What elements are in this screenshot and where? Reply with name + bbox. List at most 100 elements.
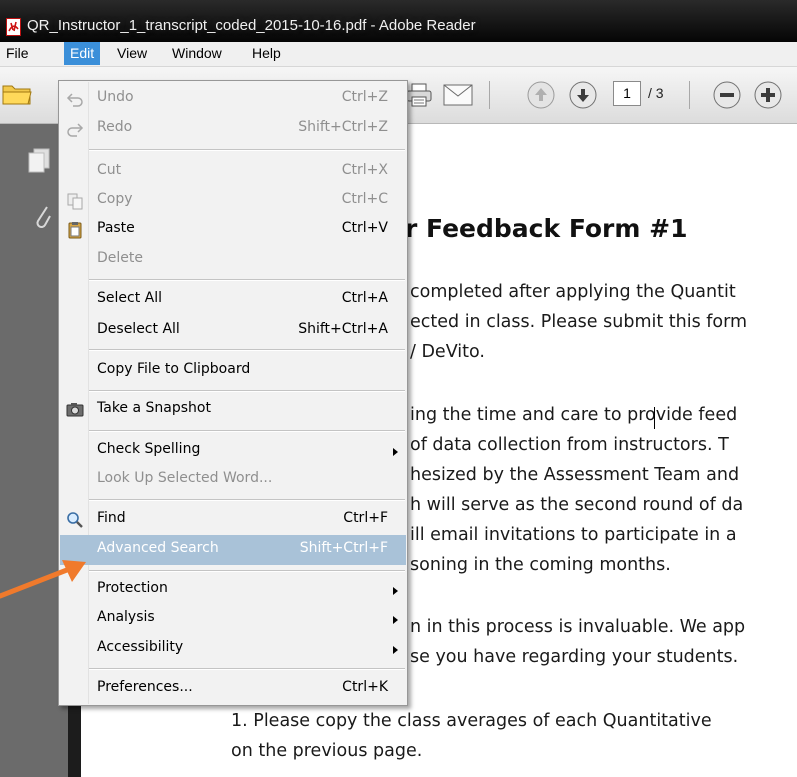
menu-item-undo[interactable]: Undo Ctrl+Z — [60, 84, 406, 114]
menu-item-delete[interactable]: Delete — [60, 245, 406, 275]
toolbar-separator — [689, 81, 690, 109]
menu-item-label: Accessibility — [97, 639, 184, 655]
menu-item-copy-file-to-clipboard[interactable]: Copy File to Clipboard — [60, 356, 406, 386]
menu-file[interactable]: File — [0, 42, 35, 65]
document-line: of data collection from instructors. T — [410, 435, 729, 455]
menu-item-accessibility[interactable]: Accessibility — [60, 634, 406, 664]
toolbar-separator — [489, 81, 490, 109]
menu-item-shortcut: Ctrl+Z — [341, 89, 388, 105]
menu-item-label: Select All — [97, 290, 162, 306]
menu-separator — [89, 570, 405, 572]
print-icon[interactable] — [405, 82, 433, 108]
camera-icon — [66, 403, 84, 417]
menu-separator — [89, 430, 405, 432]
document-line: se you have regarding your students. — [410, 647, 739, 667]
menu-item-shortcut: Shift+Ctrl+Z — [298, 119, 388, 135]
document-heading: r Feedback Form #1 — [405, 214, 688, 243]
menu-item-shortcut: Ctrl+C — [341, 191, 388, 207]
menu-item-label: Analysis — [97, 609, 155, 625]
zoom-out-icon[interactable] — [712, 80, 742, 110]
document-line: soning in the coming months. — [410, 555, 671, 575]
menu-item-label: Cut — [97, 162, 122, 178]
menu-separator — [89, 390, 405, 392]
document-line: ill email invitations to participate in … — [410, 525, 737, 545]
menu-item-label: Take a Snapshot — [97, 400, 211, 416]
undo-icon — [66, 93, 83, 107]
submenu-arrow-icon — [393, 646, 398, 654]
zoom-in-icon[interactable] — [753, 80, 783, 110]
page-number-input[interactable]: 1 — [613, 81, 641, 106]
menu-item-analysis[interactable]: Analysis — [60, 604, 406, 634]
menu-view[interactable]: View — [111, 42, 153, 65]
email-icon[interactable] — [443, 84, 473, 106]
page-thumbnails-icon[interactable] — [27, 148, 51, 174]
document-line: ected in class. Please submit this form — [410, 312, 748, 332]
document-line: 1. Please copy the class averages of eac… — [231, 711, 712, 731]
menu-item-label: Delete — [97, 250, 143, 266]
menu-item-copy[interactable]: Copy Ctrl+C — [60, 186, 406, 216]
menu-edit[interactable]: Edit — [64, 42, 101, 65]
menu-separator — [89, 279, 405, 281]
menu-item-label: Deselect All — [97, 321, 180, 337]
menu-item-select-all[interactable]: Select All Ctrl+A — [60, 285, 406, 315]
menu-item-label: Paste — [97, 220, 135, 236]
menu-item-shortcut: Ctrl+A — [341, 290, 388, 306]
menu-item-paste[interactable]: Paste Ctrl+V — [60, 215, 406, 245]
menu-bar: File Edit View Window Help — [0, 42, 797, 67]
menu-item-label: Protection — [97, 580, 168, 596]
document-line: h will serve as the second round of da — [410, 495, 744, 515]
open-folder-icon[interactable] — [2, 82, 32, 106]
menu-item-redo[interactable]: Redo Shift+Ctrl+Z — [60, 114, 406, 144]
page-total-label: / 3 — [648, 85, 664, 101]
menu-item-label: Undo — [97, 89, 134, 105]
menu-item-shortcut: Ctrl+V — [341, 220, 388, 236]
menu-window[interactable]: Window — [166, 42, 228, 65]
menu-item-shortcut: Shift+Ctrl+A — [298, 321, 388, 337]
menu-item-label: Advanced Search — [97, 540, 219, 556]
menu-item-label: Look Up Selected Word... — [97, 470, 273, 486]
document-line: n in this process is invaluable. We app — [410, 617, 746, 637]
menu-item-label: Copy File to Clipboard — [97, 361, 251, 377]
attachments-icon[interactable] — [34, 203, 52, 233]
submenu-arrow-icon — [393, 616, 398, 624]
menu-item-find[interactable]: Find Ctrl+F — [60, 505, 406, 535]
menu-item-label: Redo — [97, 119, 133, 135]
document-line: ing the time and care to provide feed — [410, 405, 738, 425]
edit-menu-dropdown: Undo Ctrl+Z Redo Shift+Ctrl+Z Cut Ctrl+X… — [58, 80, 408, 706]
menu-item-take-snapshot[interactable]: Take a Snapshot — [60, 395, 406, 425]
document-line: completed after applying the Quantit — [410, 282, 736, 302]
document-line: hesized by the Assessment Team and — [410, 465, 740, 485]
menu-item-label: Copy — [97, 191, 133, 207]
menu-separator — [89, 149, 405, 151]
menu-separator — [89, 668, 405, 670]
submenu-arrow-icon — [393, 448, 398, 456]
document-line: on the previous page. — [231, 741, 423, 761]
menu-item-shortcut: Shift+Ctrl+F — [299, 540, 388, 556]
redo-icon — [67, 123, 84, 137]
text-cursor — [654, 407, 655, 429]
menu-separator — [89, 499, 405, 501]
annotation-arrow-icon — [0, 560, 86, 599]
menu-item-label: Find — [97, 510, 126, 526]
title-bar: QR_Instructor_1_transcript_coded_2015-10… — [0, 0, 797, 42]
menu-item-check-spelling[interactable]: Check Spelling — [60, 436, 406, 466]
menu-separator — [89, 349, 405, 351]
menu-item-shortcut: Ctrl+X — [341, 162, 388, 178]
menu-item-deselect-all[interactable]: Deselect All Shift+Ctrl+A — [60, 316, 406, 346]
menu-item-shortcut: Ctrl+F — [343, 510, 388, 526]
adobe-reader-icon — [6, 18, 21, 36]
copy-icon — [67, 193, 83, 210]
menu-item-protection[interactable]: Protection — [60, 575, 406, 605]
menu-item-advanced-search[interactable]: Advanced Search Shift+Ctrl+F — [60, 535, 406, 565]
menu-item-shortcut: Ctrl+K — [342, 679, 388, 695]
menu-item-label: Preferences... — [97, 679, 193, 695]
menu-item-cut[interactable]: Cut Ctrl+X — [60, 157, 406, 187]
previous-page-icon[interactable] — [526, 80, 556, 110]
submenu-arrow-icon — [393, 587, 398, 595]
menu-item-label: Check Spelling — [97, 441, 201, 457]
paste-icon — [68, 222, 82, 239]
menu-help[interactable]: Help — [246, 42, 287, 65]
menu-item-preferences[interactable]: Preferences... Ctrl+K — [60, 674, 406, 704]
next-page-icon[interactable] — [568, 80, 598, 110]
menu-item-look-up-selected-word[interactable]: Look Up Selected Word... — [60, 465, 406, 495]
